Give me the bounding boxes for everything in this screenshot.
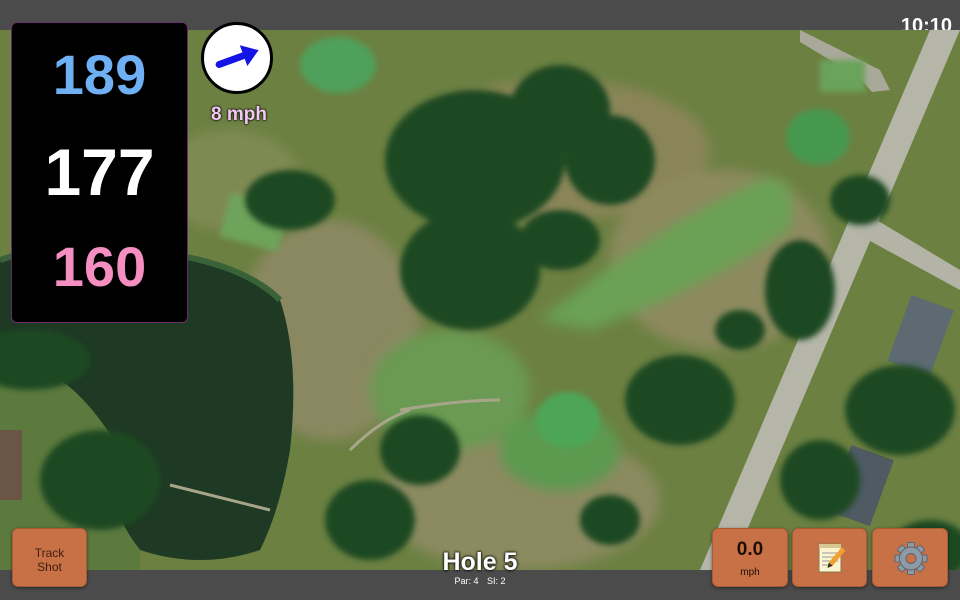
notes-button[interactable]	[792, 528, 867, 587]
track-shot-label-2: Shot	[37, 560, 62, 574]
notepad-icon	[818, 543, 846, 573]
distance-panel: 189 177 160	[11, 22, 188, 323]
track-shot-button[interactable]: Track Shot	[12, 528, 87, 587]
speed-button[interactable]: 0.0 mph	[712, 528, 788, 587]
wind-arrow-icon	[215, 45, 259, 68]
settings-button[interactable]	[872, 528, 948, 587]
wind-speed: 8 mph	[211, 104, 267, 125]
hole-title: Hole 5	[442, 548, 518, 576]
hole-par: Par: 4	[454, 576, 479, 586]
middle-distance: 177	[44, 135, 155, 209]
speed-value: 0.0	[736, 539, 764, 560]
gear-icon	[894, 542, 928, 575]
front-distance: 160	[52, 235, 147, 298]
hole-stroke-index: SI: 2	[487, 576, 506, 586]
speed-unit: mph	[740, 567, 760, 578]
back-distance: 189	[52, 43, 147, 106]
wind-indicator	[201, 22, 273, 94]
track-shot-label-1: Track	[34, 546, 65, 560]
hole-info: Par: 4 SI: 2	[380, 577, 580, 586]
